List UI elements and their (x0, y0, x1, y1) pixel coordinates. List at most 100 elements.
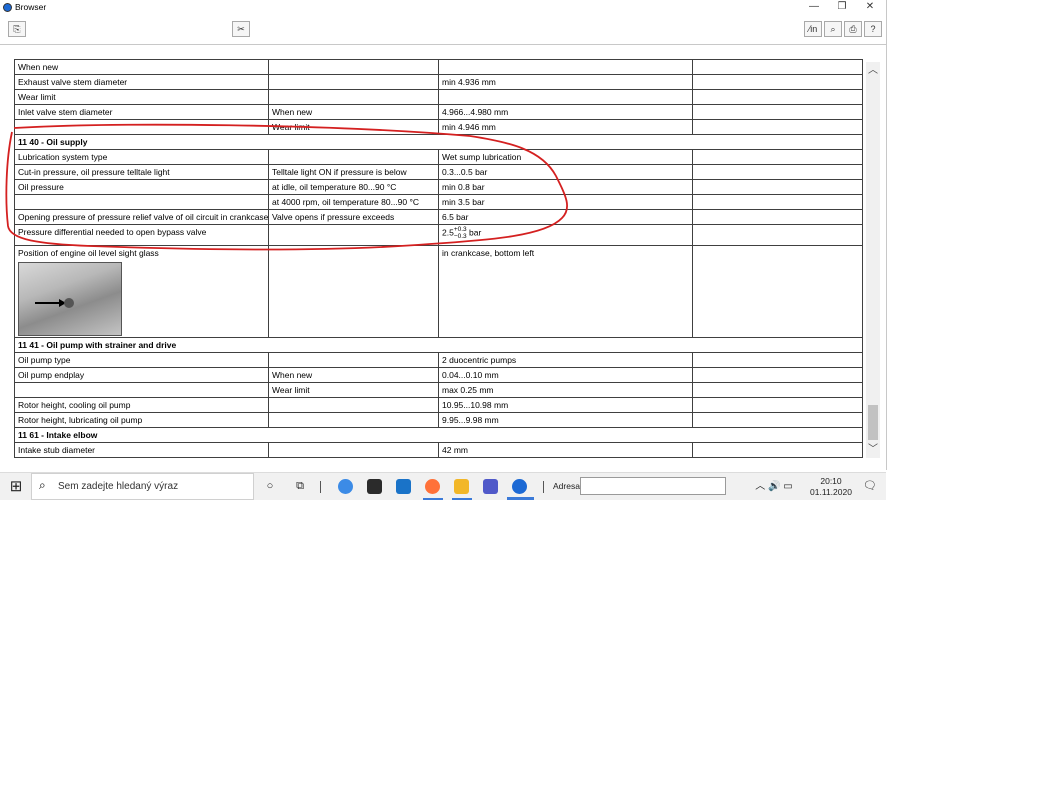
parameter-cell: Cut-in pressure, oil pressure telltale l… (14, 164, 269, 180)
table-row: Rotor height, lubricating oil pump 9.95..… (14, 412, 863, 428)
table-row: Inlet valve stem diameter When new 4.966..… (14, 104, 863, 120)
taskbar-search[interactable]: ⌕ Sem zadejte hledaný výraz (31, 473, 254, 500)
parameter-cell: Wear limit (14, 89, 269, 105)
parameter-cell: Inlet valve stem diameter (14, 104, 269, 120)
windows-taskbar: ⊞ ⌕ Sem zadejte hledaný výraz ○ ⧉ Adresa… (0, 472, 886, 500)
store-icon[interactable] (367, 479, 382, 494)
scroll-thumb[interactable] (868, 405, 878, 440)
value-cell: 9.95...9.98 mm (438, 412, 693, 428)
separator (320, 481, 321, 493)
condition-cell: When new (268, 367, 439, 383)
notification-icon[interactable]: 🗨 (860, 473, 880, 500)
close-button[interactable]: ✕ (856, 0, 884, 14)
notes-cell (692, 224, 863, 246)
table-row: Rotor height, cooling oil pump 10.95...10… (14, 397, 863, 413)
value-cell: 2 duocentric pumps (438, 352, 693, 368)
value-cell: min 4.936 mm (438, 74, 693, 90)
parameter-cell: When new (14, 59, 269, 75)
system-tray-icons[interactable]: ︿ 🔊 ▭ (746, 473, 802, 500)
table-row: Position of engine oil level sight glass… (14, 245, 863, 338)
scroll-up-icon[interactable]: ︿ (866, 64, 880, 78)
value-cell: min 4.946 mm (438, 119, 693, 135)
section-title: 11 41 - Oil pump with strainer and drive (14, 337, 863, 353)
parameter-cell (14, 194, 269, 210)
firefox-icon[interactable] (425, 479, 440, 494)
value-cell: Wet sump lubrication (438, 149, 693, 165)
table-row: Exhaust valve stem diameter min 4.936 mm (14, 74, 863, 90)
value-cell: in crankcase, bottom left (438, 245, 693, 338)
condition-cell: When new (268, 104, 439, 120)
notes-cell (692, 397, 863, 413)
clear-marking-button[interactable]: ✂ (232, 21, 250, 37)
value-cell: 4.966...4.980 mm (438, 104, 693, 120)
engine-sight-glass-photo[interactable] (18, 262, 122, 336)
value-cell: 42 mm (438, 442, 693, 458)
cortana-icon[interactable]: ○ (258, 473, 282, 500)
section-header-row: 11 41 - Oil pump with strainer and drive (14, 337, 863, 353)
search-icon: ⌕ (39, 478, 46, 492)
parameter-cell: Lubrication system type (14, 149, 269, 165)
clock[interactable]: 20:10 01.11.2020 (806, 476, 856, 498)
notes-cell (692, 74, 863, 90)
spec-table: When new Exhaust valve stem diameter min 4… (14, 59, 863, 458)
start-button[interactable]: ⊞ (2, 473, 30, 500)
table-row: Oil pump type 2 duocentric pumps (14, 352, 863, 368)
clock-time: 20:10 (820, 476, 842, 486)
bmw-logo-icon (3, 3, 12, 12)
table-row: at 4000 rpm, oil temperature 80...90 °C m… (14, 194, 863, 210)
condition-cell (268, 352, 439, 368)
title-bar: Browser — ❐ ✕ (0, 0, 886, 15)
help-button[interactable]: ? (864, 21, 882, 37)
notes-cell (692, 245, 863, 338)
table-row: Wear limit max 0.25 mm (14, 382, 863, 398)
value-cell (438, 89, 693, 105)
value-cell: min 3.5 bar (438, 194, 693, 210)
search-placeholder: Sem zadejte hledaný výraz (58, 481, 179, 492)
condition-cell (268, 149, 439, 165)
address-input[interactable] (580, 477, 726, 495)
info-button[interactable]: ⁄in (804, 21, 822, 37)
find-button[interactable]: ⌕ (824, 21, 842, 37)
value-cell: 0.04...0.10 mm (438, 367, 693, 383)
condition-cell: at 4000 rpm, oil temperature 80...90 °C (268, 194, 439, 210)
print-preview-button[interactable]: ⎘ (8, 21, 26, 37)
tolerance-upper: +0.3 (453, 226, 467, 233)
parameter-cell: Rotor height, cooling oil pump (14, 397, 269, 413)
address-label: Adresa (553, 481, 580, 491)
parameter-cell: Oil pressure (14, 179, 269, 195)
scroll-down-icon[interactable]: ﹀ (866, 443, 880, 457)
condition-cell (268, 89, 439, 105)
firefox-active-indicator (423, 498, 443, 500)
sight-glass-label: Position of engine oil level sight glass (18, 248, 159, 258)
parameter-cell: Opening pressure of pressure relief valv… (14, 209, 269, 225)
bmw-app-icon[interactable] (512, 479, 527, 494)
chrome-icon[interactable] (338, 479, 353, 494)
minimize-button[interactable]: — (800, 0, 828, 14)
print-button[interactable]: ⎙ (844, 21, 862, 37)
mail-icon[interactable] (396, 479, 411, 494)
table-row: Pressure differential needed to open byp… (14, 224, 863, 246)
vertical-scrollbar[interactable]: ︿ ﹀ (866, 62, 880, 458)
table-row: Wear limit min 4.946 mm (14, 119, 863, 135)
parameter-cell: Rotor height, lubricating oil pump (14, 412, 269, 428)
restore-button[interactable]: ❐ (828, 0, 856, 14)
toolbar: ⎘ ✂ ⁄in ⌕ ⎙ ? (0, 16, 886, 45)
value-cell: 2.5 +0.3 −0.3 bar (438, 224, 693, 246)
notes-cell (692, 164, 863, 180)
window-title: Browser (15, 2, 47, 12)
browser-window: Browser — ❐ ✕ ⎘ ✂ ⁄in ⌕ ⎙ ? When new Exha… (0, 0, 887, 470)
condition-cell: Wear limit (268, 119, 439, 135)
task-view-icon[interactable]: ⧉ (288, 473, 312, 500)
table-row: Oil pump endplay When new 0.04...0.10 mm (14, 367, 863, 383)
section-header-row: 11 61 - Intake elbow (14, 427, 863, 443)
condition-cell (268, 59, 439, 75)
teams-icon[interactable] (483, 479, 498, 494)
file-explorer-icon[interactable] (454, 479, 469, 494)
notes-cell (692, 89, 863, 105)
notes-cell (692, 119, 863, 135)
clock-date: 01.11.2020 (810, 487, 852, 497)
condition-cell (268, 74, 439, 90)
separator (543, 481, 544, 493)
section-title: 11 40 - Oil supply (14, 134, 863, 150)
section-title: 11 61 - Intake elbow (14, 427, 863, 443)
